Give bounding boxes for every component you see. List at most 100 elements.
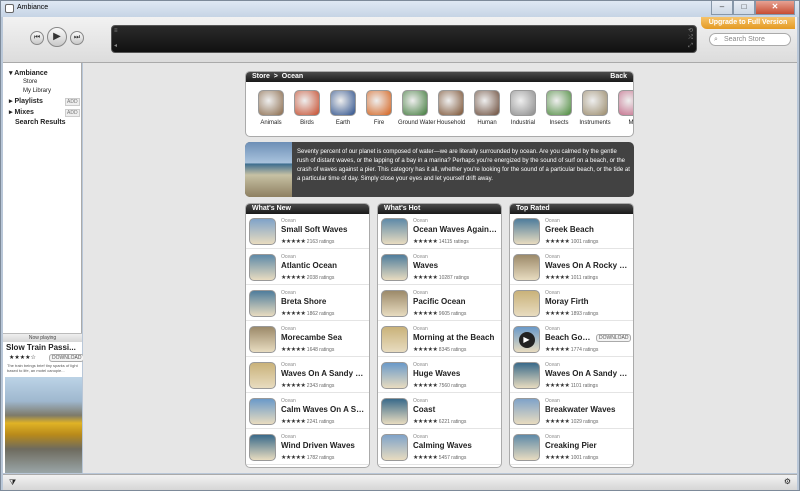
upgrade-button[interactable]: Upgrade to Full Version (701, 17, 795, 29)
category-animals[interactable]: Animals (254, 90, 288, 126)
track-thumbnail[interactable] (381, 434, 408, 461)
track-thumbnail[interactable] (249, 362, 276, 389)
volume-icon[interactable]: ◂ (114, 42, 117, 49)
search-input[interactable]: ⌕ Search Store (709, 33, 791, 46)
list-item[interactable]: Ocean Calming Waves ★★★★★ 5457 ratings (378, 430, 501, 465)
repeat-icon[interactable]: ⟲ (688, 27, 693, 34)
sidebar-item-library[interactable]: My Library (23, 88, 51, 94)
list-item[interactable]: Ocean Waves On A Sandy B... ★★★★★ 2343 rat… (246, 358, 369, 393)
category-fire[interactable]: Fire (362, 90, 396, 126)
sidebar-item-playlists[interactable]: ▸ Playlists (9, 97, 43, 105)
track-name[interactable]: Wind Driven Waves (281, 441, 367, 450)
now-playing-download-button[interactable]: DOWNLOAD (49, 354, 85, 362)
track-thumbnail[interactable] (249, 434, 276, 461)
expand-icon[interactable]: ⤢ (688, 43, 693, 50)
list-item[interactable]: ▶ OceanBeach Goer... ★★★★★ 1774 ratings DOW… (510, 322, 633, 357)
track-name[interactable]: Moray Firth (545, 297, 631, 306)
track-name[interactable]: Calming Waves (413, 441, 499, 450)
track-thumbnail[interactable] (381, 218, 408, 245)
play-icon[interactable]: ▶ (518, 332, 535, 348)
track-thumbnail[interactable] (381, 398, 408, 425)
list-item[interactable]: Ocean Calm Waves On A Sa... ★★★★★ 2241 rat… (246, 394, 369, 429)
track-thumbnail[interactable] (249, 254, 276, 281)
track-thumbnail[interactable] (513, 290, 540, 317)
minimize-button[interactable]: – (711, 1, 733, 15)
list-item[interactable]: Ocean Morecambe Sea ★★★★★ 1648 ratings (246, 322, 369, 357)
play-button[interactable]: ▶ (47, 27, 67, 47)
track-name[interactable]: Morning at the Beach (413, 333, 499, 342)
sidebar-item-store[interactable]: Store (23, 79, 37, 85)
track-name[interactable]: Pacific Ocean (413, 297, 499, 306)
track-thumbnail[interactable] (513, 434, 540, 461)
list-item[interactable]: Ocean Breta Shore ★★★★★ 1862 ratings (246, 286, 369, 321)
settings-icon[interactable]: ⚙ (784, 477, 791, 486)
back-button[interactable]: Back (610, 72, 627, 82)
track-thumbnail[interactable] (513, 254, 540, 281)
sidebar-item-ambiance[interactable]: ▾ Ambiance (9, 69, 48, 77)
track-thumbnail[interactable]: ▶ (513, 326, 540, 353)
track-name[interactable]: Huge Waves (413, 369, 499, 378)
track-name[interactable]: Breakwater Waves (545, 405, 631, 414)
track-name[interactable]: Waves On A Sandy B... (545, 369, 631, 378)
track-name[interactable]: Waves On A Sandy B... (281, 369, 367, 378)
list-item[interactable]: Ocean Morning at the Beach ★★★★★ 8345 rati… (378, 322, 501, 357)
category-household[interactable]: Household (434, 90, 468, 126)
track-name[interactable]: Morecambe Sea (281, 333, 367, 342)
track-name[interactable]: Greek Beach (545, 225, 631, 234)
list-item[interactable]: Ocean Small Soft Waves ★★★★★ 2163 ratings (246, 214, 369, 249)
category-ground-water[interactable]: Ground Water (398, 90, 435, 126)
track-thumbnail[interactable] (381, 290, 408, 317)
track-name[interactable]: Waves (413, 261, 499, 270)
track-thumbnail[interactable] (381, 326, 408, 353)
track-name[interactable]: Coast (413, 405, 499, 414)
list-item[interactable]: Ocean Coast ★★★★★ 6221 ratings (378, 394, 501, 429)
list-item[interactable]: Ocean Waves On A Rocky B... ★★★★★ 1011 rat… (510, 250, 633, 285)
category-human[interactable]: Human (470, 90, 504, 126)
list-item[interactable]: Ocean Atlantic Ocean ★★★★★ 2038 ratings (246, 250, 369, 285)
list-item[interactable]: Ocean Waves ★★★★★ 10287 ratings (378, 250, 501, 285)
track-thumbnail[interactable] (249, 326, 276, 353)
download-button[interactable]: DOWNLOAD (596, 334, 632, 342)
list-item[interactable]: Ocean Wind Driven Waves ★★★★★ 1782 ratings (246, 430, 369, 465)
sidebar-item-mixes[interactable]: ▸ Mixes (9, 108, 34, 116)
track-name[interactable]: Beach Goer... (545, 333, 591, 342)
list-item[interactable]: Ocean Greek Beach ★★★★★ 1001 ratings (510, 214, 633, 249)
category-insects[interactable]: Insects (542, 90, 576, 126)
close-button[interactable]: ✕ (755, 1, 795, 15)
list-item[interactable]: Ocean Waves On A Sandy B... ★★★★★ 1101 rat… (510, 358, 633, 393)
track-name[interactable]: Calm Waves On A Sa... (281, 405, 367, 414)
track-thumbnail[interactable] (249, 290, 276, 317)
category-birds[interactable]: Birds (290, 90, 324, 126)
list-item[interactable]: Ocean Breakwater Waves ★★★★★ 1029 ratings (510, 394, 633, 429)
sidebar-item-search-results[interactable]: Search Results (15, 119, 66, 126)
breadcrumb-store[interactable]: Store (252, 73, 270, 80)
list-item[interactable]: Ocean Moray Firth ★★★★★ 1893 ratings (510, 286, 633, 321)
list-icon[interactable]: ≡ (114, 28, 118, 34)
track-name[interactable]: Ocean Waves Against... (413, 225, 499, 234)
next-button[interactable]: ⏭ (70, 31, 84, 45)
maximize-button[interactable]: □ (733, 1, 755, 15)
track-thumbnail[interactable] (381, 254, 408, 281)
category-industrial[interactable]: Industrial (506, 90, 540, 126)
track-name[interactable]: Creaking Pier (545, 441, 631, 450)
shuffle-icon[interactable]: ⤮ (688, 35, 693, 42)
list-item[interactable]: Ocean Creaking Pier ★★★★★ 1001 ratings (510, 430, 633, 465)
add-mix-button[interactable]: ADD (65, 109, 80, 117)
track-name[interactable]: Small Soft Waves (281, 225, 367, 234)
track-thumbnail[interactable] (249, 398, 276, 425)
track-name[interactable]: Atlantic Ocean (281, 261, 367, 270)
track-thumbnail[interactable] (513, 398, 540, 425)
list-item[interactable]: Ocean Huge Waves ★★★★★ 7560 ratings (378, 358, 501, 393)
track-thumbnail[interactable] (249, 218, 276, 245)
list-item[interactable]: Ocean Pacific Ocean ★★★★★ 9605 ratings (378, 286, 501, 321)
track-thumbnail[interactable] (513, 218, 540, 245)
filter-icon[interactable]: ⧩ (9, 478, 16, 488)
track-name[interactable]: Breta Shore (281, 297, 367, 306)
add-playlist-button[interactable]: ADD (65, 98, 80, 106)
track-thumbnail[interactable] (381, 362, 408, 389)
previous-button[interactable]: ⏮ (30, 31, 44, 45)
list-item[interactable]: Ocean Ocean Waves Against... ★★★★★ 14115 r… (378, 214, 501, 249)
category-instruments[interactable]: Instruments (578, 90, 612, 126)
track-thumbnail[interactable] (513, 362, 540, 389)
category-m[interactable]: M (614, 90, 633, 126)
